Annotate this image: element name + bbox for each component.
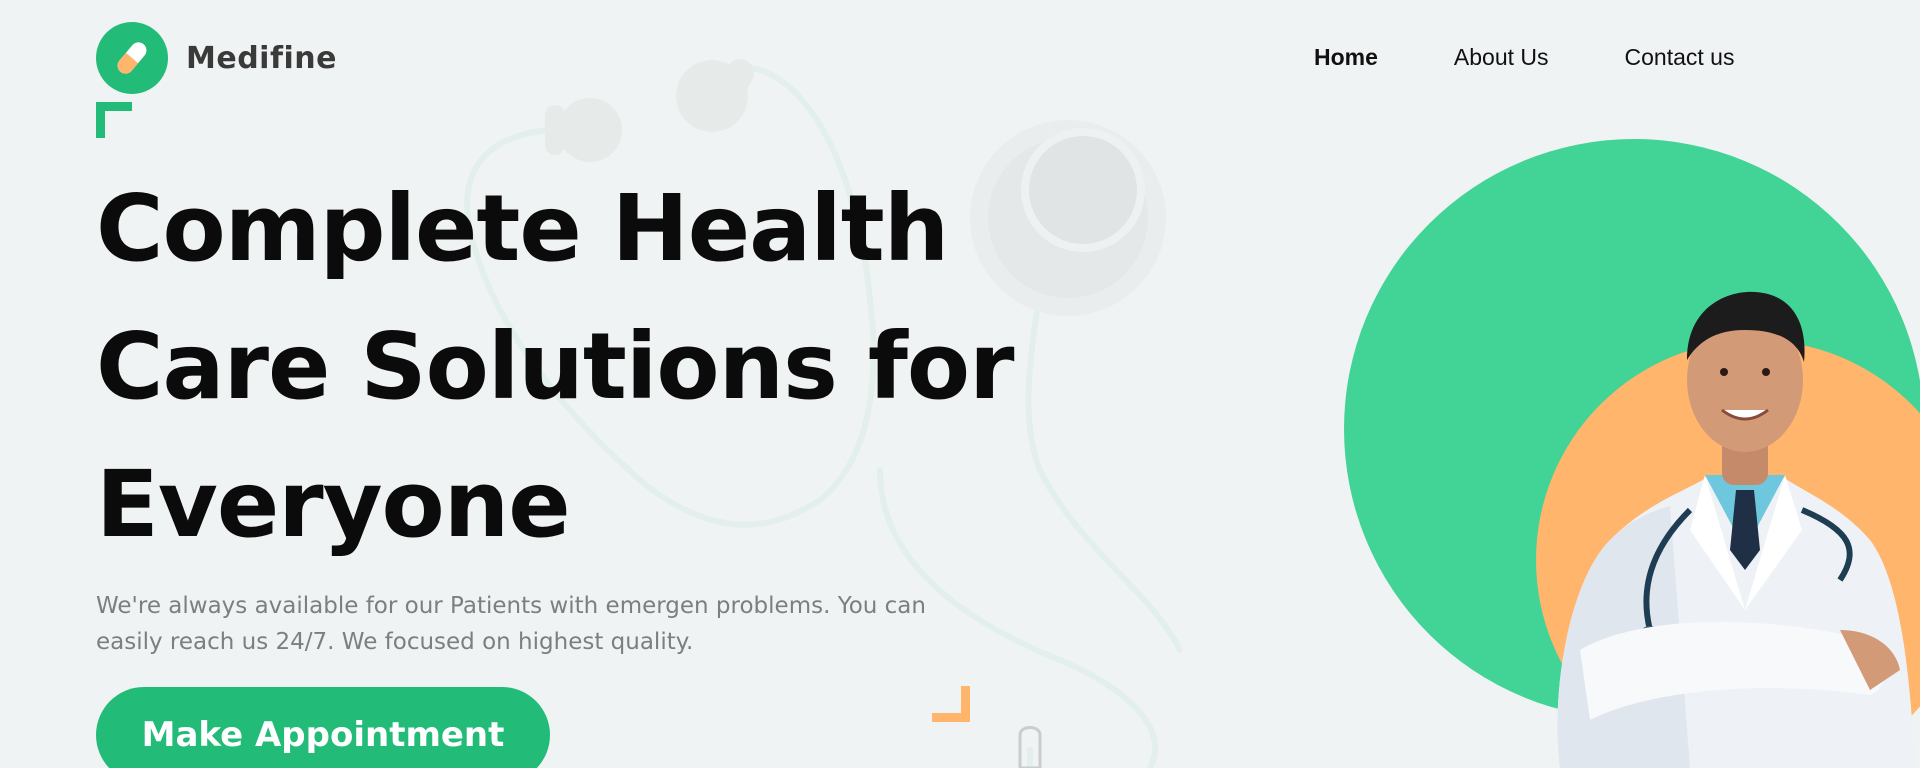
hero-subtext-line-1: We're always available for our Patients … [96, 593, 926, 619]
hero-subtext: We're always available for our Patients … [96, 588, 996, 660]
make-appointment-button[interactable]: Make Appointment [96, 687, 550, 768]
hero-headline: Complete Health Care Solutions for Every… [96, 160, 1016, 574]
hero-headline-line-3: Everyone [96, 451, 571, 558]
nav-contact-us[interactable]: Contact us [1625, 44, 1735, 71]
brand-name: Medifine [186, 40, 337, 76]
main-nav: Home About Us Contact us [1314, 44, 1734, 71]
capsule-icon [96, 22, 168, 94]
nav-about-us[interactable]: About Us [1454, 44, 1549, 71]
nav-home[interactable]: Home [1314, 44, 1378, 71]
hero-subtext-line-2: easily reach us 24/7. We focused on high… [96, 629, 694, 655]
hero-headline-line-1: Complete Health [96, 175, 949, 282]
landing-page: Medifine Home About Us Contact us Comple… [0, 0, 1920, 768]
corner-accent-orange [932, 686, 970, 722]
corner-accent-green [96, 102, 132, 138]
brand-logo[interactable]: Medifine [96, 22, 337, 94]
hero-headline-line-2: Care Solutions for [96, 313, 1014, 420]
doctor-portrait [1557, 291, 1915, 768]
